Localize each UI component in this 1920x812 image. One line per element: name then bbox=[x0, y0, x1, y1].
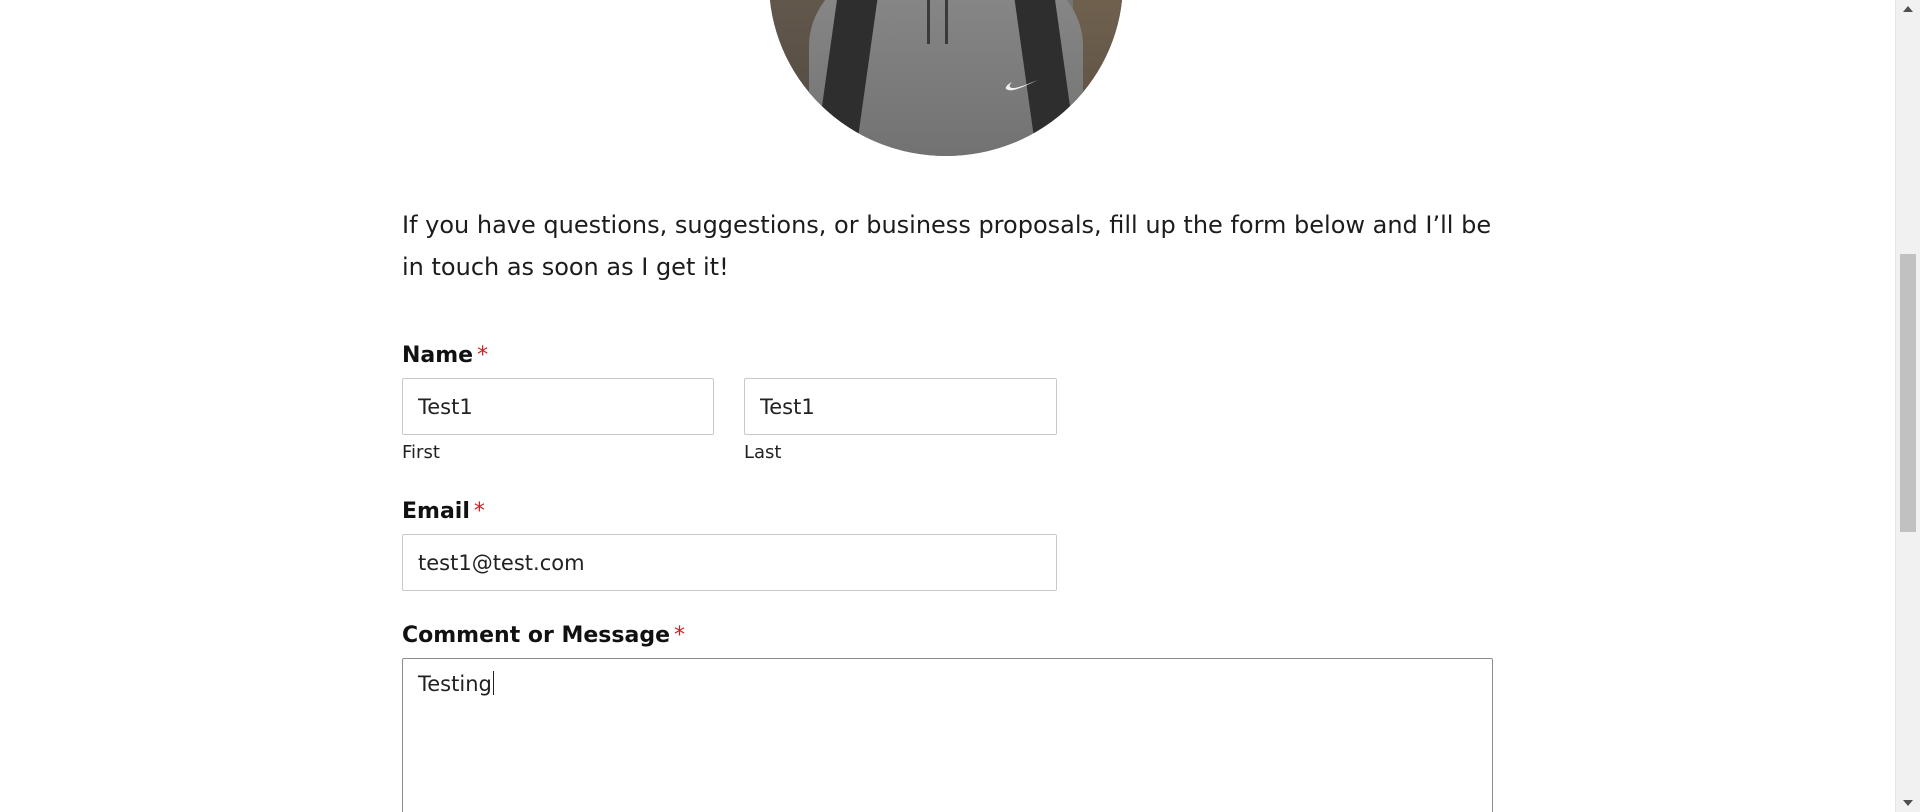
first-name-sublabel: First bbox=[402, 442, 440, 463]
email-label: Email * bbox=[402, 499, 485, 524]
first-name-input[interactable] bbox=[402, 378, 714, 435]
scroll-up-icon[interactable] bbox=[1896, 0, 1920, 18]
scroll-down-icon[interactable] bbox=[1896, 794, 1920, 812]
message-label-text: Comment or Message bbox=[402, 623, 671, 648]
required-asterisk: * bbox=[674, 623, 686, 648]
text-caret bbox=[492, 671, 494, 695]
required-asterisk: * bbox=[473, 499, 485, 524]
message-text: Testing bbox=[418, 672, 492, 696]
profile-photo bbox=[769, 0, 1123, 156]
email-input[interactable] bbox=[402, 534, 1057, 591]
name-label-text: Name bbox=[402, 343, 474, 368]
vertical-scrollbar[interactable] bbox=[1895, 0, 1920, 812]
last-name-sublabel: Last bbox=[744, 442, 782, 463]
page: If you have questions, suggestions, or b… bbox=[0, 0, 1920, 812]
intro-text: If you have questions, suggestions, or b… bbox=[402, 211, 1492, 281]
message-textarea[interactable]: Testing bbox=[402, 658, 1493, 812]
last-name-input[interactable] bbox=[744, 378, 1057, 435]
photo-drawstring-left bbox=[927, 0, 930, 44]
swoosh-logo-icon bbox=[1005, 80, 1038, 91]
scroll-thumb[interactable] bbox=[1900, 254, 1916, 532]
message-label: Comment or Message * bbox=[402, 623, 685, 648]
email-label-text: Email bbox=[402, 499, 470, 524]
name-label: Name * bbox=[402, 343, 488, 368]
required-asterisk: * bbox=[477, 343, 489, 368]
photo-drawstring-right bbox=[945, 0, 948, 44]
